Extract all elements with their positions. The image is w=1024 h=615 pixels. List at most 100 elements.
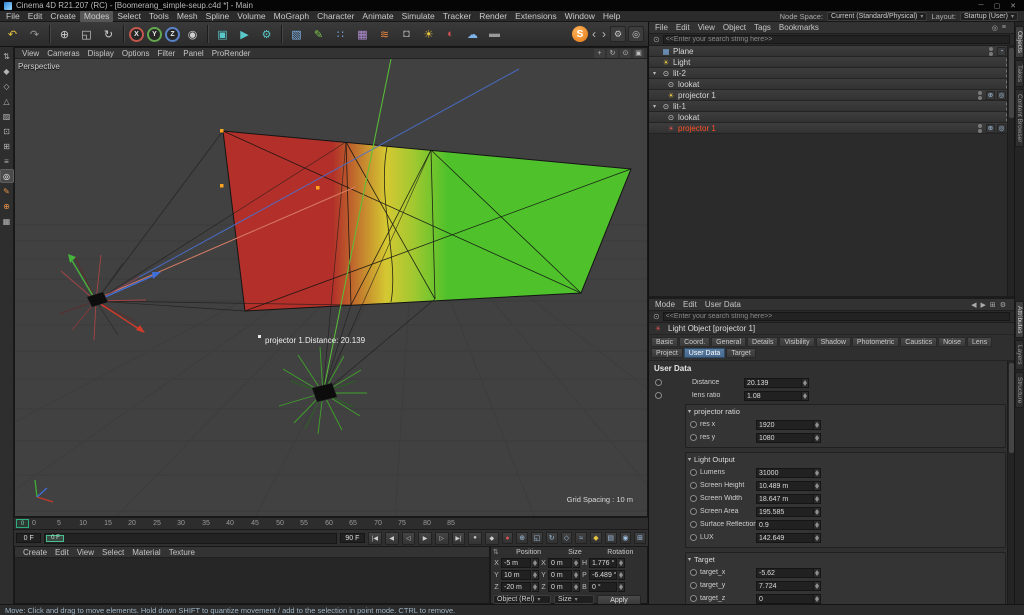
- chevron-left-icon[interactable]: ‹: [590, 27, 598, 41]
- dock-tab-objects[interactable]: Objects: [1015, 26, 1024, 59]
- size-mode-dropdown[interactable]: Size: [554, 595, 594, 604]
- menu-item-animate[interactable]: Animate: [358, 11, 397, 22]
- zoom-view-icon[interactable]: ⊙: [620, 48, 631, 58]
- spinner[interactable]: [532, 570, 539, 580]
- orbit-view-icon[interactable]: ↻: [607, 48, 618, 58]
- axis-z-button[interactable]: Z: [165, 26, 180, 42]
- record-keyframe-icon[interactable]: ●: [501, 532, 514, 544]
- am-menu-mode[interactable]: Mode: [651, 299, 679, 310]
- spline-pen-icon[interactable]: ✎: [308, 24, 329, 45]
- add-track-icon[interactable]: ⊞: [634, 532, 646, 544]
- sky-icon[interactable]: ☁: [462, 24, 483, 45]
- field-value[interactable]: 18.647 m: [756, 493, 814, 504]
- field-value[interactable]: 10.489 m: [756, 480, 814, 491]
- rotate-tool-icon[interactable]: ↻: [98, 24, 119, 45]
- dock-tab-layers[interactable]: Layers: [1015, 340, 1024, 370]
- scale-tool-icon[interactable]: ◱: [76, 24, 97, 45]
- dock-tab-content-browser[interactable]: Content Browser: [1015, 89, 1024, 148]
- field-value[interactable]: 1920: [756, 419, 814, 430]
- field-value[interactable]: 0: [756, 593, 814, 604]
- current-frame-marker[interactable]: 0: [16, 519, 29, 528]
- collapse-icon[interactable]: ▾: [688, 408, 691, 415]
- menu-item-extensions[interactable]: Extensions: [511, 11, 561, 22]
- visibility-dots[interactable]: [978, 90, 982, 100]
- visibility-dots[interactable]: [989, 46, 993, 56]
- mograph-icon[interactable]: ∷: [330, 24, 351, 45]
- tab-shadow[interactable]: Shadow: [815, 337, 851, 347]
- render-picture-viewer-icon[interactable]: ▶: [234, 24, 255, 45]
- prev-key-button[interactable]: ◀: [384, 531, 399, 545]
- model-mode-icon[interactable]: ◆: [1, 65, 13, 77]
- object-search-input[interactable]: [662, 35, 1010, 44]
- keyframe-circle-icon[interactable]: [690, 569, 697, 576]
- next-frame-button[interactable]: ▷: [434, 531, 449, 545]
- tab-caustics[interactable]: Caustics: [900, 337, 938, 347]
- spinner[interactable]: [532, 582, 539, 592]
- am-menu-userdata[interactable]: User Data: [701, 299, 745, 310]
- rot-p-field[interactable]: -6.489 °: [589, 570, 617, 580]
- minimize-button[interactable]: ─: [974, 2, 988, 10]
- spinner[interactable]: [573, 570, 580, 580]
- viewport-scene[interactable]: projector 1.Distance: 20.139: [15, 59, 648, 517]
- spinner[interactable]: [814, 467, 821, 478]
- attribute-search-input[interactable]: [662, 312, 1010, 321]
- menu-item-tools[interactable]: Tools: [145, 11, 173, 22]
- spinner[interactable]: [814, 532, 821, 543]
- field-value[interactable]: 20.139: [744, 377, 802, 388]
- axis-x-button[interactable]: X: [129, 26, 144, 42]
- om-menu-file[interactable]: File: [651, 22, 672, 33]
- object-name[interactable]: projector 1: [678, 124, 716, 133]
- keyframe-circle-icon[interactable]: [690, 495, 697, 502]
- workplane-mode-icon[interactable]: △: [1, 95, 13, 107]
- menu-item-render[interactable]: Render: [475, 11, 511, 22]
- goto-start-button[interactable]: |◀: [368, 531, 382, 545]
- record-parameter-icon[interactable]: ◇: [560, 532, 573, 544]
- snap-icon[interactable]: ⊕: [1, 200, 13, 212]
- tab-user-data[interactable]: User Data: [683, 348, 726, 358]
- tab-noise[interactable]: Noise: [938, 337, 967, 347]
- close-button[interactable]: ✕: [1006, 2, 1020, 10]
- spinner[interactable]: [618, 570, 625, 580]
- size-z-field[interactable]: 0 m: [548, 582, 572, 592]
- dock-tab-attributes[interactable]: Attributes: [1015, 301, 1024, 339]
- menu-item-window[interactable]: Window: [561, 11, 599, 22]
- size-y-field[interactable]: 0 m: [548, 570, 572, 580]
- redo-icon[interactable]: ↷: [24, 24, 45, 45]
- object-name[interactable]: lookat: [678, 113, 699, 122]
- field-value[interactable]: 195.585: [756, 506, 814, 517]
- tweak-mode-icon[interactable]: ≡: [1, 155, 13, 167]
- om-scrollbar[interactable]: [1007, 46, 1014, 296]
- undo-icon[interactable]: ↶: [2, 24, 23, 45]
- mm-menu-create[interactable]: Create: [19, 547, 51, 558]
- record-scale-icon[interactable]: ◱: [531, 532, 543, 544]
- range-end-field[interactable]: 90 F: [339, 533, 366, 543]
- coord-mode-dropdown[interactable]: Object (Rel): [493, 595, 551, 604]
- object-row-projector1-a[interactable]: ☀ projector 1 ⊕ ◎: [649, 90, 1014, 101]
- substance-logo-icon[interactable]: S: [572, 26, 588, 42]
- play-button[interactable]: ▶: [418, 531, 432, 545]
- chevron-right-icon[interactable]: ›: [600, 27, 608, 41]
- vp-menu-panel[interactable]: Panel: [179, 48, 207, 59]
- object-row-lit1[interactable]: ▾ ⊙ lit-1: [649, 101, 1014, 112]
- menu-item-help[interactable]: Help: [599, 11, 624, 22]
- power-slider-thumb[interactable]: 0 F: [46, 534, 65, 542]
- simulate-icon[interactable]: ≋: [374, 24, 395, 45]
- menu-item-create[interactable]: Create: [46, 11, 80, 22]
- object-row-projector1-selected[interactable]: ☀ projector 1 ⊕ ◎: [649, 123, 1014, 134]
- keyframe-circle-icon[interactable]: [690, 508, 697, 515]
- spinner[interactable]: [814, 593, 821, 604]
- vp-menu-filter[interactable]: Filter: [153, 48, 179, 59]
- tab-coord[interactable]: Coord.: [679, 337, 711, 347]
- current-frame-field[interactable]: 0 F: [16, 533, 42, 543]
- spinner[interactable]: [573, 582, 580, 592]
- object-name[interactable]: Light: [673, 58, 690, 67]
- menu-item-modes[interactable]: Modes: [79, 10, 114, 22]
- tab-details[interactable]: Details: [747, 337, 779, 347]
- expand-icon[interactable]: ▾: [653, 70, 661, 77]
- record-position-icon[interactable]: ⊕: [516, 532, 529, 544]
- history-back-icon[interactable]: ◀: [971, 301, 976, 309]
- target-tag-icon[interactable]: ⊕: [986, 90, 995, 100]
- spinner[interactable]: [814, 506, 821, 517]
- make-editable-icon[interactable]: ⇅: [1, 50, 13, 62]
- om-menu-object[interactable]: Object: [719, 22, 750, 33]
